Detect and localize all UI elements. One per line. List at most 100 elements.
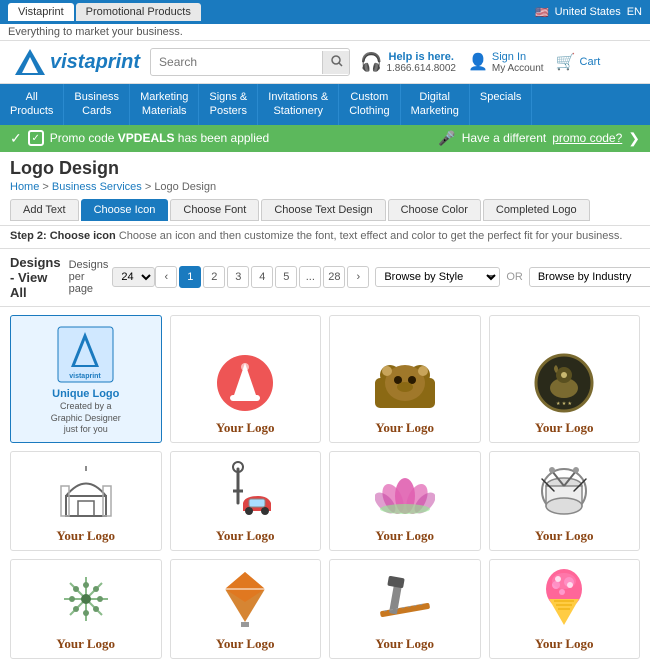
page-3-button[interactable]: 3 <box>227 266 249 288</box>
tabs: Add Text Choose Icon Choose Font Choose … <box>10 199 640 221</box>
logo-item-6[interactable]: Your Logo <box>170 451 322 551</box>
logo-item-1[interactable]: vistaprint Unique Logo Created by aGraph… <box>10 315 162 443</box>
logo-icon <box>10 47 50 77</box>
tab-choose-icon[interactable]: Choose Icon <box>81 199 169 221</box>
page-1-button[interactable]: 1 <box>179 266 201 288</box>
hammer-ruler-logo-icon <box>370 567 440 632</box>
designs-per-page-label: Designs per page <box>69 259 109 295</box>
logo-item-5[interactable]: Your Logo <box>10 451 162 551</box>
bear-logo-icon <box>370 351 440 416</box>
ice-cream-logo-label: Your Logo <box>535 636 594 652</box>
promo-check-icon: ✓ <box>28 130 44 146</box>
logo-item-2[interactable]: Your Logo <box>170 315 322 443</box>
step-number: Step 2: Choose icon <box>10 230 116 242</box>
promo-question: Have a different <box>462 131 547 145</box>
signin-label: Sign In <box>492 51 544 63</box>
nav-marketing[interactable]: MarketingMaterials <box>130 84 199 125</box>
search-input[interactable] <box>151 51 322 73</box>
logo[interactable]: vistaprint <box>10 47 140 77</box>
cart-action[interactable]: 🛒 Cart <box>556 52 601 72</box>
promo-code-link[interactable]: promo code? <box>552 131 622 145</box>
region-code: EN <box>627 6 642 18</box>
lotus-logo-icon <box>370 459 440 524</box>
page-ellipsis: ... <box>299 266 321 288</box>
breadcrumb-category[interactable]: Business Services <box>52 181 142 193</box>
nav-signs[interactable]: Signs &Posters <box>199 84 258 125</box>
browse-style-select[interactable]: Browse by Style <box>375 267 500 287</box>
promotional-products-tab[interactable]: Promotional Products <box>76 3 201 21</box>
logo-item-4[interactable]: ★ ★ ★ Your Logo <box>489 315 641 443</box>
search-button[interactable] <box>322 51 350 74</box>
snowflake-logo-icon <box>51 567 121 632</box>
unique-logo-label: Unique Logo <box>52 387 119 401</box>
logo-item-3[interactable]: Your Logo <box>329 315 481 443</box>
nav-specials[interactable]: Specials <box>470 84 533 125</box>
bear-logo-label: Your Logo <box>375 420 434 436</box>
pagination: ‹ 1 2 3 4 5 ... 28 › <box>155 266 369 288</box>
logo-grid: vistaprint Unique Logo Created by aGraph… <box>10 315 640 659</box>
nav-clothing[interactable]: CustomClothing <box>339 84 400 125</box>
logo-item-7[interactable]: Your Logo <box>329 451 481 551</box>
browse-industry-select[interactable]: Browse by Industry <box>529 267 650 287</box>
promo-code: VPDEALS <box>118 131 175 145</box>
building-logo-icon <box>51 459 121 524</box>
logo-item-10[interactable]: Your Logo <box>170 559 322 659</box>
tabs-section: Add Text Choose Icon Choose Font Choose … <box>0 195 650 226</box>
nav-all-products[interactable]: AllProducts <box>0 84 64 125</box>
help-label: Help is here. <box>386 51 456 63</box>
unique-logo-sublabel: Created by aGraphic Designerjust for you <box>51 401 121 436</box>
page-28-button[interactable]: 28 <box>323 266 345 288</box>
main-nav: AllProducts BusinessCards MarketingMater… <box>0 84 650 125</box>
page-5-button[interactable]: 5 <box>275 266 297 288</box>
logo-grid-section: vistaprint Unique Logo Created by aGraph… <box>0 307 650 667</box>
designs-per-page-select[interactable]: 24 48 <box>112 267 155 287</box>
page-title: Logo Design <box>10 158 640 179</box>
promo-bar: ✓ ✓ Promo code VPDEALS has been applied … <box>0 125 650 152</box>
nav-invitations[interactable]: Invitations &Stationery <box>258 84 339 125</box>
nav-business-cards[interactable]: BusinessCards <box>64 84 130 125</box>
drum-logo-label: Your Logo <box>535 528 594 544</box>
breadcrumb-home[interactable]: Home <box>10 181 39 193</box>
region-label: United States <box>555 6 621 18</box>
logo-item-12[interactable]: Your Logo <box>489 559 641 659</box>
promo-expand-icon[interactable]: ❯ <box>628 130 640 147</box>
page-2-button[interactable]: 2 <box>203 266 225 288</box>
diamond-logo-icon <box>210 567 280 632</box>
next-page-button[interactable]: › <box>347 266 369 288</box>
page-4-button[interactable]: 4 <box>251 266 273 288</box>
account-label: My Account <box>492 63 544 74</box>
promo-collapse-icon[interactable]: ✓ <box>10 130 22 147</box>
tab-add-text[interactable]: Add Text <box>10 199 79 221</box>
help-action[interactable]: 🎧 Help is here. 1.866.614.8002 <box>360 51 456 74</box>
promo-message: Promo code VPDEALS has been applied <box>50 131 269 145</box>
search-container <box>150 48 350 76</box>
breadcrumb: Home > Business Services > Logo Design <box>10 181 640 193</box>
bird-circle-logo-icon: ★ ★ ★ <box>529 351 599 416</box>
logo-item-11[interactable]: Your Logo <box>329 559 481 659</box>
search-icon <box>331 55 343 67</box>
section-title: Designs - View All <box>10 255 61 300</box>
tab-choose-text-design[interactable]: Choose Text Design <box>261 199 385 221</box>
bird-circle-logo-label: Your Logo <box>535 420 594 436</box>
diamond-logo-label: Your Logo <box>216 636 275 652</box>
cone-logo-icon <box>210 351 280 416</box>
microphone-icon: 🎤 <box>438 130 455 147</box>
tab-choose-font[interactable]: Choose Font <box>170 199 259 221</box>
nav-digital[interactable]: DigitalMarketing <box>401 84 470 125</box>
logo-item-8[interactable]: Your Logo <box>489 451 641 551</box>
vistaprint-tab[interactable]: Vistaprint <box>8 3 74 21</box>
tagline: Everything to market your business. <box>0 24 650 41</box>
user-icon: 👤 <box>468 52 488 72</box>
building-logo-label: Your Logo <box>56 528 115 544</box>
signin-action[interactable]: 👤 Sign In My Account <box>468 51 544 74</box>
help-phone: 1.866.614.8002 <box>386 63 456 74</box>
hammer-ruler-logo-label: Your Logo <box>375 636 434 652</box>
tab-completed-logo[interactable]: Completed Logo <box>483 199 590 221</box>
cone-logo-label: Your Logo <box>216 420 275 436</box>
logo-item-9[interactable]: Your Logo <box>10 559 162 659</box>
flag-icon: 🇺🇸 <box>535 6 549 19</box>
cart-label: Cart <box>580 56 601 68</box>
prev-page-button[interactable]: ‹ <box>155 266 177 288</box>
or-text: OR <box>506 271 523 283</box>
tab-choose-color[interactable]: Choose Color <box>388 199 481 221</box>
